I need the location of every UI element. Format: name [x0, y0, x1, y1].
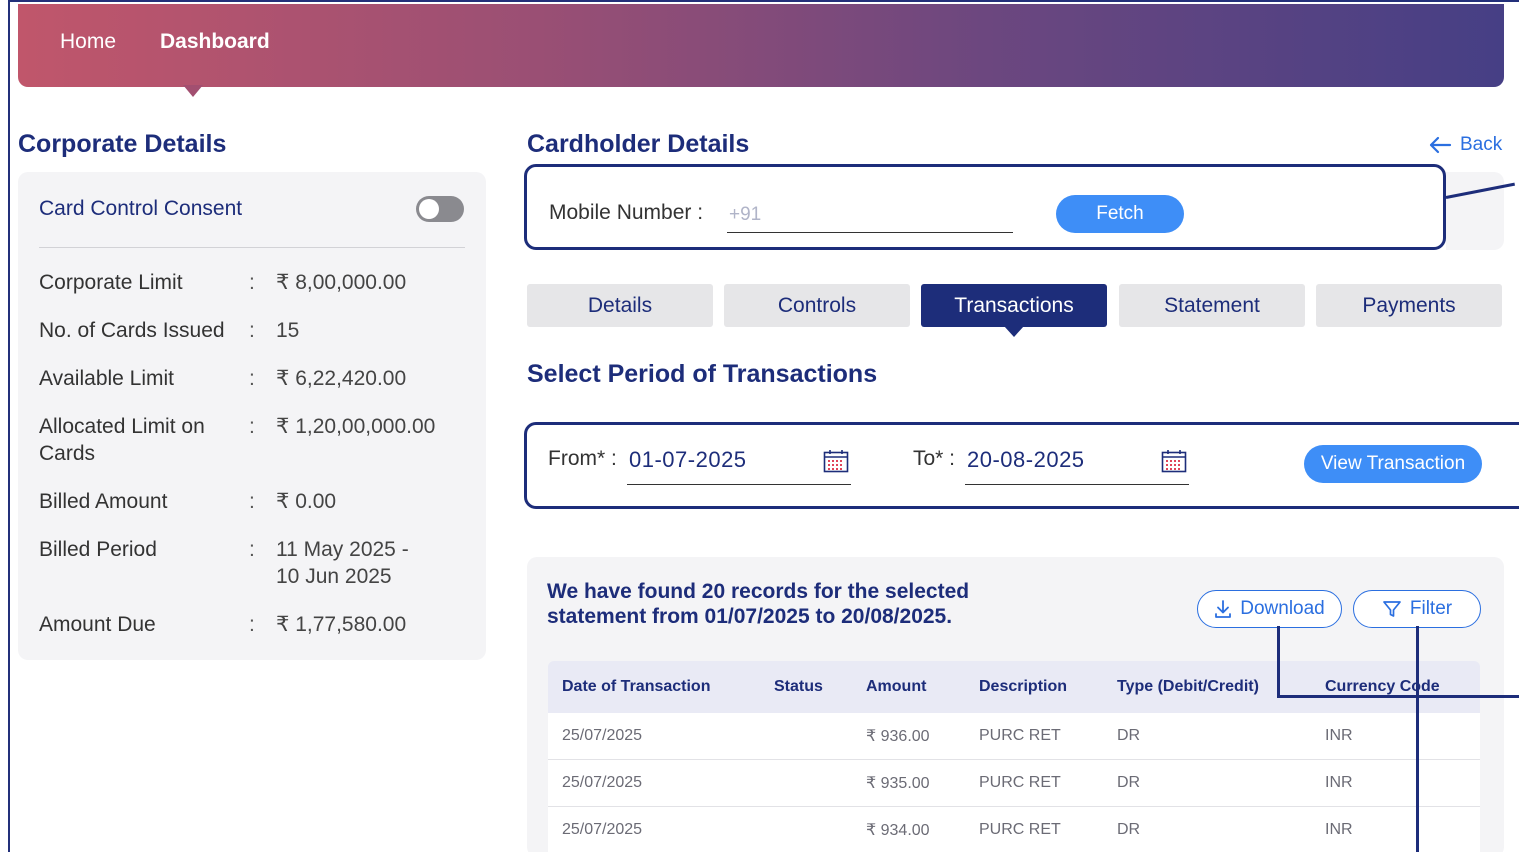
- cell-amount: ₹ 936.00: [866, 728, 930, 745]
- cell-description: PURC RET: [979, 821, 1061, 838]
- cardholder-details-title: Cardholder Details: [527, 130, 750, 158]
- detail-colon: :: [249, 415, 255, 438]
- filter-icon: [1383, 601, 1401, 617]
- cell-description: PURC RET: [979, 774, 1061, 791]
- calendar-icon[interactable]: [1161, 449, 1187, 473]
- detail-value: ₹ 1,77,580.00: [276, 613, 407, 636]
- cell-currency: INR: [1325, 774, 1353, 791]
- table-row[interactable]: 25/07/2025 ₹ 935.00 PURC RET DR INR: [548, 760, 1480, 807]
- mobile-number-input[interactable]: [727, 197, 1013, 233]
- calendar-icon[interactable]: [823, 449, 849, 473]
- to-date-field[interactable]: 20-08-2025: [965, 445, 1189, 485]
- filter-label: Filter: [1409, 598, 1453, 619]
- toggle-knob: [419, 199, 439, 219]
- active-tab-indicator: [1004, 326, 1024, 337]
- cell-type: DR: [1117, 821, 1141, 838]
- fetch-button[interactable]: Fetch: [1056, 195, 1184, 233]
- card-control-consent-label: Card Control Consent: [39, 197, 243, 220]
- download-label: Download: [1240, 598, 1325, 619]
- cell-description: PURC RET: [979, 727, 1061, 744]
- column-header[interactable]: Status: [774, 661, 823, 713]
- corporate-details-card: Card Control Consent Corporate Limit : ₹…: [18, 172, 486, 660]
- cell-type: DR: [1117, 727, 1141, 744]
- detail-value: 15: [276, 319, 300, 342]
- detail-value: ₹ 1,20,00,000.00: [276, 415, 436, 438]
- table-header: Date of Transaction Status Amount Descri…: [548, 661, 1480, 713]
- to-date-value: 20-08-2025: [967, 447, 1085, 472]
- corporate-details-title: Corporate Details: [18, 130, 227, 158]
- detail-value: ₹ 0.00: [276, 490, 337, 513]
- cell-type: DR: [1117, 774, 1141, 791]
- detail-label: Corporate Limit: [39, 271, 183, 294]
- table-row[interactable]: 25/07/2025 ₹ 936.00 PURC RET DR INR: [548, 713, 1480, 760]
- filter-button[interactable]: Filter: [1353, 590, 1481, 628]
- detail-colon: :: [249, 490, 255, 513]
- detail-colon: :: [249, 271, 255, 294]
- detail-colon: :: [249, 319, 255, 342]
- detail-colon: :: [249, 538, 255, 561]
- cell-amount: ₹ 934.00: [866, 822, 930, 839]
- detail-label: Available Limit: [39, 367, 175, 390]
- cell-date: 25/07/2025: [562, 821, 643, 838]
- nav-dashboard-link[interactable]: Dashboard: [160, 30, 270, 54]
- mobile-number-panel: Mobile Number : Fetch: [524, 164, 1446, 250]
- detail-colon: :: [249, 613, 255, 636]
- detail-label: No. of Cards Issued: [39, 319, 225, 342]
- tab-payments[interactable]: Payments: [1316, 284, 1502, 327]
- arrow-left-icon: [1429, 136, 1452, 154]
- detail-colon: :: [249, 367, 255, 390]
- nav-home-link[interactable]: Home: [60, 30, 116, 54]
- download-button[interactable]: Download: [1197, 590, 1342, 628]
- column-header[interactable]: Type (Debit/Credit): [1117, 661, 1259, 713]
- detail-label: Billed Period: [39, 538, 157, 561]
- tab-statement[interactable]: Statement: [1119, 284, 1305, 327]
- column-header[interactable]: Description: [979, 661, 1067, 713]
- column-header[interactable]: Date of Transaction: [562, 661, 710, 713]
- cell-currency: INR: [1325, 727, 1353, 744]
- cell-amount: ₹ 935.00: [866, 775, 930, 792]
- nav-active-indicator: [183, 85, 203, 97]
- back-link[interactable]: Back: [1428, 134, 1502, 156]
- cell-currency: INR: [1325, 821, 1353, 838]
- callout-line: [1277, 626, 1280, 698]
- tab-controls[interactable]: Controls: [724, 284, 910, 327]
- cell-date: 25/07/2025: [562, 727, 643, 744]
- mobile-panel-background: [1446, 172, 1504, 250]
- to-date-label: To* :: [913, 447, 956, 470]
- detail-value: ₹ 8,00,000.00: [276, 271, 407, 294]
- detail-label: Amount Due: [39, 613, 156, 636]
- callout-line: [1277, 695, 1519, 698]
- transactions-results-card: We have found 20 records for the selecte…: [527, 557, 1504, 852]
- from-date-field[interactable]: 01-07-2025: [627, 445, 851, 485]
- view-transaction-button[interactable]: View Transaction: [1304, 445, 1482, 483]
- card-control-consent-toggle[interactable]: [416, 196, 464, 222]
- download-icon: [1215, 600, 1232, 618]
- callout-line: [1416, 626, 1419, 852]
- detail-value: ₹ 6,22,420.00: [276, 367, 407, 390]
- select-period-title: Select Period of Transactions: [527, 360, 878, 388]
- divider: [39, 247, 465, 248]
- table-row[interactable]: 25/07/2025 ₹ 934.00 PURC RET DR INR: [548, 807, 1480, 852]
- cell-date: 25/07/2025: [562, 774, 643, 791]
- from-date-value: 01-07-2025: [629, 447, 747, 472]
- column-header[interactable]: Amount: [866, 661, 926, 713]
- column-header[interactable]: Currency Code: [1325, 661, 1440, 713]
- records-found-summary: We have found 20 records for the selecte…: [547, 580, 970, 628]
- transactions-table: Date of Transaction Status Amount Descri…: [548, 661, 1480, 852]
- tab-transactions[interactable]: Transactions: [921, 284, 1107, 327]
- from-date-label: From* :: [548, 447, 617, 470]
- back-label: Back: [1460, 134, 1503, 155]
- tab-details[interactable]: Details: [527, 284, 713, 327]
- detail-value: 11 May 2025 - 10 Jun 2025: [276, 538, 409, 588]
- period-selection-panel: From* : 01-07-2025 To* : 20-08-2025 View…: [524, 422, 1519, 509]
- detail-label: Billed Amount: [39, 490, 168, 513]
- detail-label: Allocated Limit on Cards: [39, 415, 205, 465]
- mobile-number-label: Mobile Number :: [549, 201, 704, 224]
- top-nav-bar: Home Dashboard: [18, 4, 1504, 87]
